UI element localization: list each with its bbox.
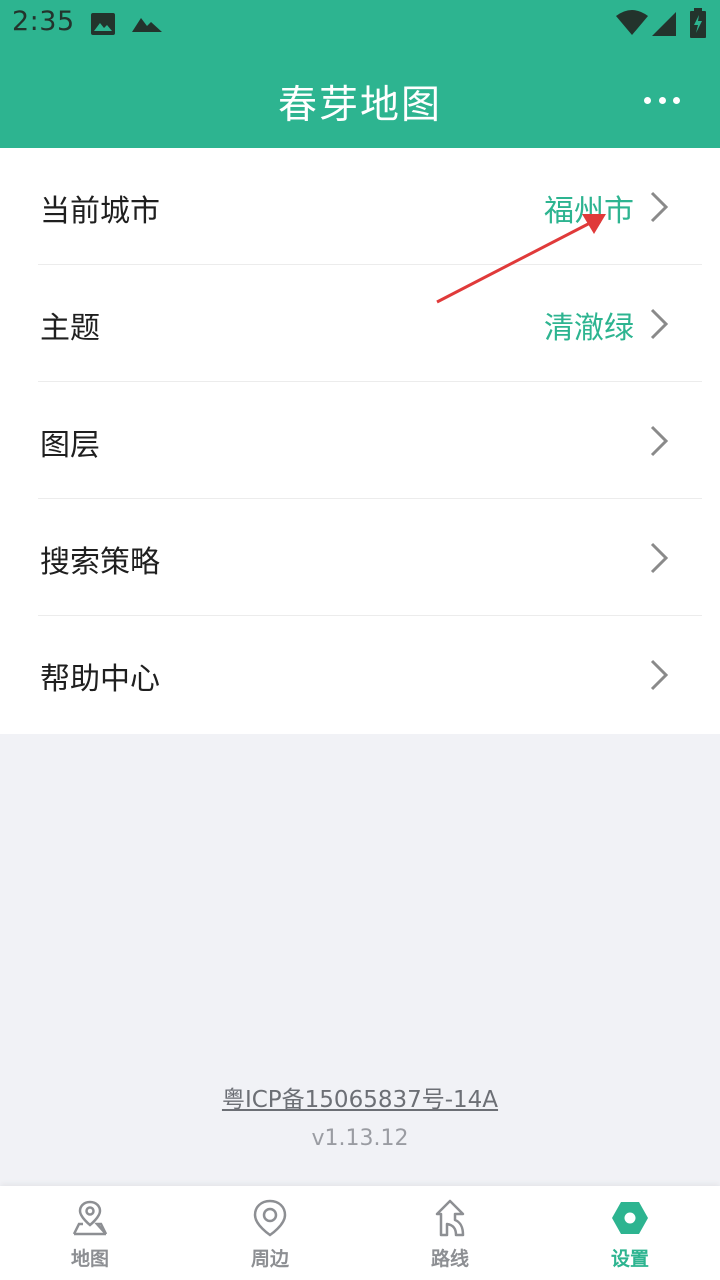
nav-label: 设置 [610, 1248, 649, 1270]
chevron-right-icon [650, 308, 669, 340]
app-screen: 2:35 春芽地图 当前城市 福州市 主题 清澈绿 图层 搜索策略 帮助中心 粤… [0, 0, 720, 1280]
status-bar: 2:35 [0, 0, 720, 50]
map-pin-icon [72, 1200, 108, 1236]
nav-label: 地图 [70, 1248, 109, 1270]
menu-item-theme[interactable]: 主题 清澈绿 [0, 265, 720, 382]
settings-hexagon-icon [612, 1202, 648, 1234]
chevron-right-icon [650, 542, 669, 574]
menu-item-label: 当前城市 [40, 194, 160, 229]
top-app-bar: 2:35 春芽地图 [0, 0, 720, 148]
nav-label: 路线 [430, 1248, 469, 1270]
chevron-right-icon [650, 425, 669, 457]
menu-item-layers[interactable]: 图层 [0, 382, 720, 499]
menu-item-value: 福州市 [544, 194, 634, 229]
wifi-icon [616, 10, 648, 35]
bottom-nav: 地图 周边 路线 设置 [0, 1186, 720, 1280]
more-options-button[interactable] [644, 82, 680, 118]
menu-item-current-city[interactable]: 当前城市 福州市 [0, 148, 720, 265]
icp-license-link[interactable]: 粤ICP备15065837号-14A [0, 1080, 720, 1114]
menu-item-label: 帮助中心 [40, 662, 160, 697]
menu-item-help-center[interactable]: 帮助中心 [0, 616, 720, 733]
nav-item-route[interactable]: 路线 [360, 1186, 540, 1280]
chevron-right-icon [650, 191, 669, 223]
menu-item-search-strategy[interactable]: 搜索策略 [0, 499, 720, 616]
nav-item-nearby[interactable]: 周边 [180, 1186, 360, 1280]
signal-icon [652, 12, 676, 36]
app-version: v1.13.12 [311, 1126, 409, 1151]
nav-label: 周边 [250, 1248, 289, 1270]
menu-item-value: 清澈绿 [544, 311, 634, 346]
location-icon [253, 1199, 287, 1237]
route-arrow-icon [435, 1199, 465, 1237]
battery-charging-icon [690, 8, 706, 38]
more-horizontal-icon [644, 96, 651, 104]
nav-item-map[interactable]: 地图 [0, 1186, 180, 1280]
menu-item-label: 主题 [40, 311, 100, 346]
mountain-icon [132, 18, 162, 32]
chevron-right-icon [650, 659, 669, 691]
menu-item-label: 图层 [40, 428, 100, 463]
menu-item-label: 搜索策略 [40, 545, 160, 580]
image-icon [91, 13, 115, 35]
settings-list: 当前城市 福州市 主题 清澈绿 图层 搜索策略 帮助中心 [0, 148, 720, 734]
status-time: 2:35 [12, 6, 75, 37]
nav-item-settings[interactable]: 设置 [540, 1186, 720, 1280]
page-title: 春芽地图 [277, 83, 442, 128]
